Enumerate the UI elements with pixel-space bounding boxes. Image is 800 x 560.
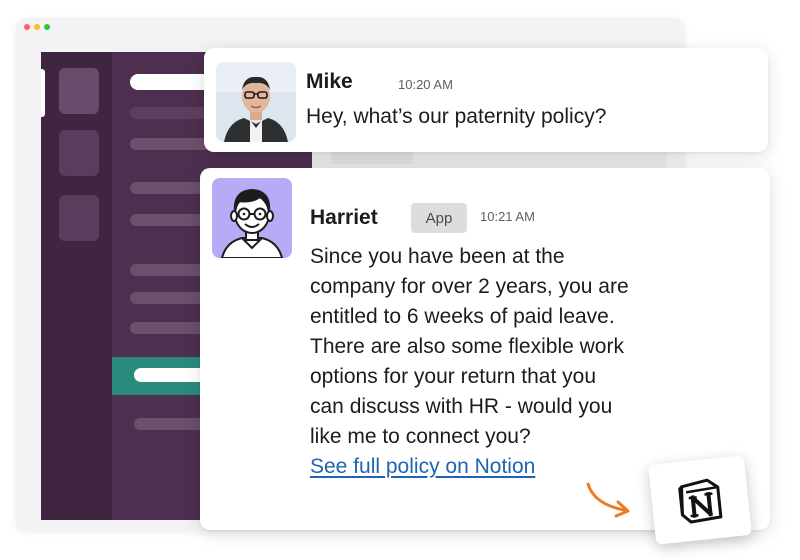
- message-timestamp[interactable]: 10:20 AM: [398, 77, 453, 92]
- notion-badge[interactable]: [648, 455, 752, 545]
- workspace-button[interactable]: [59, 130, 99, 176]
- minimize-dot[interactable]: [34, 24, 40, 30]
- message-line: options for your return that you: [310, 365, 596, 388]
- author-name[interactable]: Mike: [306, 70, 353, 94]
- active-workspace-marker: [41, 69, 45, 117]
- maximize-dot[interactable]: [44, 24, 50, 30]
- sidebar-item-placeholder[interactable]: [130, 182, 210, 194]
- message-text: Hey, what’s our paternity policy?: [306, 105, 607, 128]
- workspace-button[interactable]: [59, 68, 99, 114]
- sidebar-item-placeholder[interactable]: [130, 214, 210, 226]
- message-line: There are also some flexible work: [310, 335, 624, 358]
- illustrated-person-icon: [212, 178, 292, 258]
- close-dot[interactable]: [24, 24, 30, 30]
- notion-logo-icon: [678, 478, 723, 524]
- message-line: can discuss with HR - would you: [310, 395, 613, 418]
- window-controls: [24, 24, 50, 30]
- sidebar-item-placeholder[interactable]: [130, 292, 210, 304]
- harriet-illustrated-avatar[interactable]: [212, 178, 292, 258]
- author-name[interactable]: Harriet: [310, 206, 378, 230]
- workspace-rail: [41, 52, 112, 520]
- sidebar-item-placeholder[interactable]: [130, 107, 210, 119]
- sidebar-item-placeholder[interactable]: [130, 138, 210, 150]
- curved-arrow-icon: [586, 482, 630, 518]
- message-line: company for over 2 years, you are: [310, 275, 629, 298]
- app-badge: App: [411, 203, 467, 233]
- sidebar-item-placeholder[interactable]: [130, 322, 210, 334]
- mike-photo-avatar[interactable]: [216, 62, 296, 142]
- content-placeholder: [331, 150, 413, 164]
- notion-policy-link[interactable]: See full policy on Notion: [310, 452, 535, 482]
- message-line: like me to connect you?: [310, 425, 531, 448]
- workspace-button[interactable]: [59, 195, 99, 241]
- message-timestamp[interactable]: 10:21 AM: [480, 209, 535, 224]
- person-photo-icon: [216, 62, 296, 142]
- message-line: Since you have been at the: [310, 245, 565, 268]
- message-card-mike: Mike 10:20 AM Hey, what’s our paternity …: [204, 48, 768, 152]
- message-text: Since you have been at the company for o…: [310, 242, 629, 452]
- sidebar-item-placeholder[interactable]: [130, 264, 210, 276]
- message-line: entitled to 6 weeks of paid leave.: [310, 305, 615, 328]
